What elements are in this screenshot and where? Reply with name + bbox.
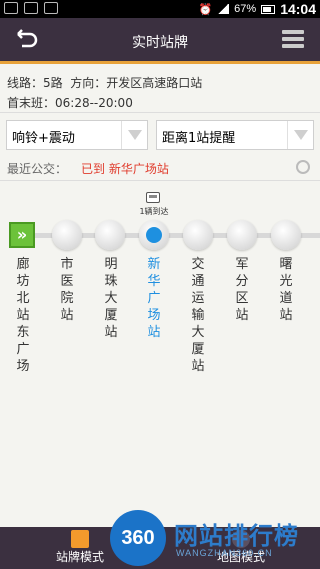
station-name[interactable]: 曙光道站: [278, 256, 294, 324]
station-name[interactable]: 交通运输大厦站: [190, 256, 206, 375]
clock: 14:04: [280, 1, 316, 17]
divider: [0, 112, 320, 113]
station-node[interactable]: [271, 220, 301, 250]
image-icon: [44, 2, 58, 14]
bus-icon: [146, 192, 160, 203]
watermark-text: 网站排行榜: [174, 522, 299, 550]
notification-icons: [4, 2, 58, 14]
battery-icon: [261, 4, 276, 14]
app-header: 实时站牌: [0, 18, 320, 64]
route-info: 线路：5路 方向：开发区高速路口站: [7, 74, 202, 91]
station-name[interactable]: 明珠大厦站: [103, 256, 119, 341]
alert-mode-select[interactable]: 响铃+震动: [6, 120, 148, 150]
start-station-icon: »: [9, 222, 35, 248]
battery-percent: 67%: [234, 3, 257, 15]
route-label: 线路：5路: [7, 76, 63, 90]
chevron-down-icon: [287, 121, 313, 149]
alert-mode-value: 响铃+震动: [12, 131, 75, 146]
tab-stop-mode[interactable]: 站牌模式: [45, 527, 115, 569]
status-bar: ⏰ 67% 14:04: [0, 0, 320, 18]
chat-icon: [24, 2, 38, 14]
current-station-name[interactable]: 新华广场站: [146, 256, 162, 341]
station-node[interactable]: [95, 220, 125, 250]
alert-distance-value: 距离1站提醒: [162, 131, 236, 146]
bus-arrival-text: 1辆到达: [139, 207, 169, 216]
alarm-icon: ⏰: [198, 3, 213, 16]
station-name[interactable]: 廊坊北站东广场: [15, 256, 31, 375]
watermark: 360 网站排行榜 WANGZHAN360.CN: [110, 506, 320, 566]
recent-bus-label: 最近公交：: [7, 162, 68, 176]
watermark-url: WANGZHAN360.CN: [176, 548, 273, 558]
direction-label: 方向：开发区高速路口站: [70, 76, 203, 90]
divider: [0, 180, 320, 181]
recent-bus: 最近公交： 已到 新华广场站: [7, 160, 169, 177]
menu-button[interactable]: [282, 30, 304, 50]
station-node[interactable]: [52, 220, 82, 250]
page-title: 实时站牌: [132, 35, 188, 51]
station-name[interactable]: 军分区站: [234, 256, 250, 324]
watermark-logo: 360: [110, 510, 166, 566]
menu-icon: [282, 30, 304, 34]
current-station-node[interactable]: [139, 220, 169, 250]
station-node[interactable]: [227, 220, 257, 250]
station-node[interactable]: [183, 220, 213, 250]
schedule-label: 首末班：06:28--20:00: [7, 96, 133, 110]
tab-stop-label: 站牌模式: [55, 550, 104, 564]
recent-bus-value: 已到 新华广场站: [81, 162, 169, 176]
warning-icon: [4, 2, 18, 14]
signal-icon: [217, 4, 230, 14]
alert-distance-select[interactable]: 距离1站提醒: [156, 120, 314, 150]
station-name[interactable]: 市医院站: [59, 256, 75, 324]
chevron-down-icon: [121, 121, 147, 149]
refresh-icon[interactable]: [296, 160, 310, 174]
stop-board-icon: [71, 530, 89, 548]
